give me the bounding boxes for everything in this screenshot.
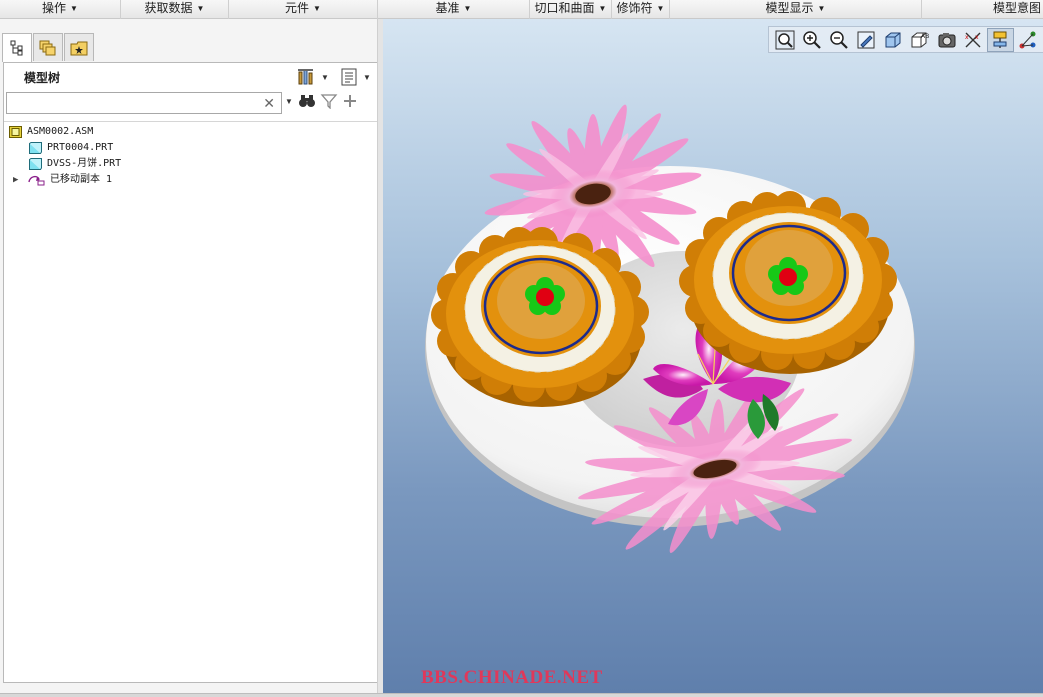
caret-down-icon: ▼: [817, 4, 826, 13]
datum-display-filters-button[interactable]: xx: [960, 28, 987, 52]
settings-icon: [298, 69, 313, 85]
favorites-folder-icon: [70, 41, 88, 55]
ribbon-group-model-display[interactable]: 模型显示 ▼: [670, 0, 922, 19]
view-manager-icon: [938, 32, 955, 47]
ribbon-group-cuts-surfaces[interactable]: 切口和曲面 ▼: [530, 0, 612, 19]
graphics-window[interactable]: AB xx BBS.CHINADE.NET: [383, 19, 1043, 693]
tree-item-label: PRT0004.PRT: [47, 142, 114, 153]
tree-item-moved-copy[interactable]: ▶ 已移动副本 1: [4, 172, 378, 188]
caret-down-icon: ▼: [656, 4, 665, 13]
caret-down-icon[interactable]: ▼: [284, 97, 294, 106]
navigator-panel: 模型树 ▼ ▼ ✕ ▼ ASM0002.ASM PRT0004.PRT DVSS…: [0, 19, 383, 695]
caret-down-icon[interactable]: ▼: [320, 73, 330, 82]
search-tools: ▼: [284, 93, 358, 109]
clear-icon[interactable]: ✕: [263, 94, 275, 112]
model-tree-icon: [10, 40, 23, 56]
ribbon-group-bar: 操作 ▼ 获取数据 ▼ 元件 ▼ 基准 ▼ 切口和曲面 ▼ 修饰符 ▼ 模型显示 ▼ 模型意图: [0, 0, 1043, 19]
tree-show-button[interactable]: [338, 66, 360, 88]
caret-down-icon: ▼: [598, 4, 607, 13]
assembly-icon: [9, 126, 22, 138]
model-tree-panel: 模型树 ▼ ▼ ✕ ▼ ASM0002.ASM PRT0004.PRT DVSS…: [3, 62, 379, 683]
caret-down-icon: ▼: [70, 4, 78, 13]
tab-model-tree[interactable]: [2, 33, 32, 62]
view-manager-button[interactable]: [933, 28, 960, 52]
show-list-icon: [341, 68, 357, 86]
watermark: BBS.CHINADE.NET: [421, 667, 603, 688]
caret-down-icon: ▼: [196, 4, 205, 13]
tab-layers[interactable]: [33, 33, 63, 61]
repaint-icon: [857, 31, 874, 48]
display-style-button[interactable]: [879, 28, 906, 52]
tree-item-assembly[interactable]: ASM0002.ASM: [4, 124, 378, 140]
graphics-toolbar: AB xx: [768, 26, 1043, 53]
layers-icon: [39, 40, 56, 55]
spin-center-icon: [1019, 31, 1035, 48]
repaint-button[interactable]: [852, 28, 879, 52]
tree-item-part[interactable]: DVSS-月饼.PRT: [4, 156, 378, 172]
ribbon-group-modifiers[interactable]: 修饰符 ▼: [612, 0, 670, 19]
ribbon-group-label: 基准: [435, 1, 460, 15]
saved-orientations-button[interactable]: AB: [906, 28, 933, 52]
tree-settings-button[interactable]: [296, 66, 318, 88]
panel-title: 模型树: [24, 71, 61, 85]
part-icon: [29, 142, 42, 154]
model-scene[interactable]: [383, 19, 1043, 693]
ribbon-group-label: 获取数据: [144, 1, 193, 15]
zoom-in-button[interactable]: [798, 28, 825, 52]
tab-favorites[interactable]: [64, 33, 94, 61]
search-row: ✕ ▼: [4, 91, 378, 117]
add-icon[interactable]: [342, 93, 358, 109]
zoom-out-button[interactable]: [825, 28, 852, 52]
ribbon-group-model-intent[interactable]: 模型意图: [922, 0, 1043, 19]
annotation-display-button[interactable]: [987, 27, 1014, 52]
ribbon-group-operations[interactable]: 操作 ▼: [0, 0, 121, 19]
svg-text:x: x: [965, 34, 969, 41]
display-style-icon: [885, 32, 900, 47]
datum-display-filters-icon: xx: [965, 32, 980, 47]
ribbon-group-label: 模型显示: [765, 1, 814, 15]
model-tree: ASM0002.ASM PRT0004.PRT DVSS-月饼.PRT ▶ 已移…: [4, 124, 378, 188]
ribbon-group-label: 模型意图: [992, 1, 1041, 15]
ribbon-group-label: 操作: [42, 1, 67, 15]
caret-down-icon[interactable]: ▼: [362, 73, 372, 82]
svg-text:x: x: [975, 34, 979, 41]
svg-text:AB: AB: [921, 33, 929, 40]
moved-copy-icon: [28, 175, 45, 186]
tree-toolbar: ▼ ▼: [296, 66, 372, 88]
zoom-out-icon: [829, 30, 848, 49]
tree-item-label: ASM0002.ASM: [27, 126, 94, 137]
tree-item-label: 已移动副本 1: [50, 174, 113, 185]
tree-item-part[interactable]: PRT0004.PRT: [4, 140, 378, 156]
caret-down-icon: ▼: [463, 4, 472, 13]
ribbon-group-label: 修饰符: [616, 1, 653, 15]
spin-center-button[interactable]: [1014, 28, 1041, 52]
ribbon-group-component[interactable]: 元件 ▼: [229, 0, 378, 19]
ribbon-group-label: 切口和曲面: [534, 1, 595, 15]
ribbon-group-label: 元件: [285, 1, 310, 15]
zoom-in-icon: [802, 30, 821, 49]
divider: [4, 121, 378, 122]
search-input[interactable]: ✕: [6, 92, 282, 114]
refit-button[interactable]: [771, 28, 798, 52]
refit-icon: [775, 30, 794, 49]
part-icon: [29, 158, 42, 170]
status-bar: [0, 693, 1043, 697]
tree-item-label: DVSS-月饼.PRT: [47, 158, 122, 169]
saved-orientations-icon: AB: [911, 32, 929, 47]
expand-arrow-icon[interactable]: ▶: [13, 172, 18, 188]
ribbon-group-get-data[interactable]: 获取数据 ▼: [121, 0, 229, 19]
annotation-display-icon: [993, 31, 1006, 48]
caret-down-icon: ▼: [313, 4, 321, 13]
ribbon-group-datum[interactable]: 基准 ▼: [378, 0, 530, 19]
filter-icon[interactable]: [320, 93, 338, 109]
find-binoculars-icon[interactable]: [298, 93, 316, 109]
